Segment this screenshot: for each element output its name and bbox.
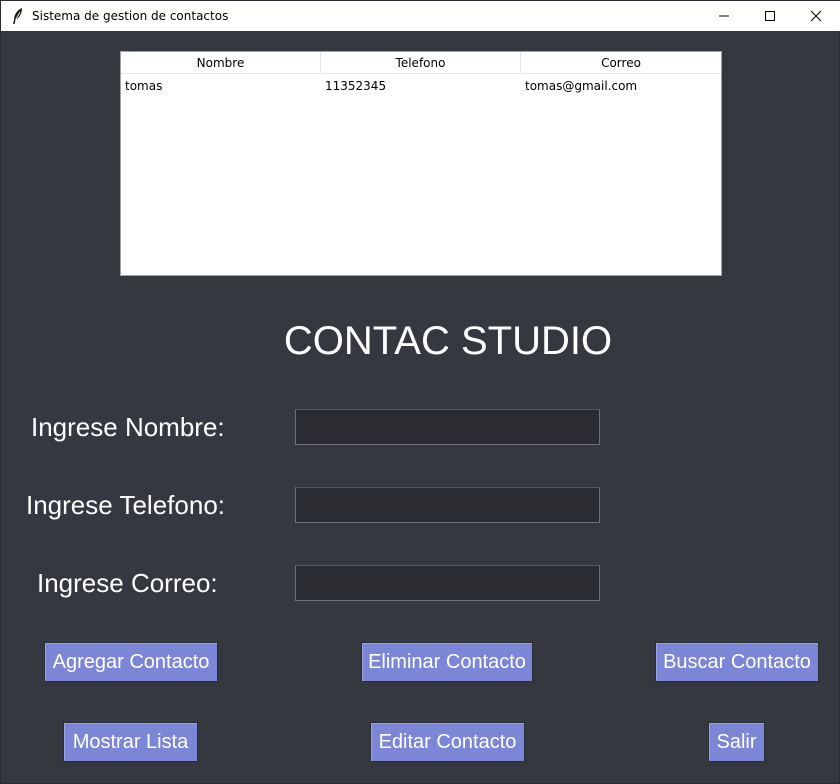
column-header-telefono[interactable]: Telefono xyxy=(321,52,521,74)
correo-input[interactable] xyxy=(295,565,600,601)
table-header: Nombre Telefono Correo xyxy=(121,52,721,74)
maximize-icon xyxy=(764,10,776,22)
telefono-label: Ingrese Telefono: xyxy=(26,490,225,520)
add-contact-button[interactable]: Agregar Contacto xyxy=(44,642,218,682)
nombre-label: Ingrese Nombre: xyxy=(31,412,225,442)
delete-contact-button[interactable]: Eliminar Contacto xyxy=(361,642,533,682)
window-title: Sistema de gestion de contactos xyxy=(32,9,229,23)
column-header-nombre[interactable]: Nombre xyxy=(121,52,321,74)
minimize-icon xyxy=(718,10,730,22)
minimize-button[interactable] xyxy=(701,1,747,31)
telefono-input[interactable] xyxy=(295,487,600,523)
app-heading: CONTAC STUDIO xyxy=(283,319,613,363)
column-header-correo[interactable]: Correo xyxy=(521,52,721,74)
app-window: Sistema de gestion de contactos Nombre T… xyxy=(0,0,840,784)
cell-telefono: 11352345 xyxy=(325,79,387,93)
contacts-table[interactable]: Nombre Telefono Correo tomas 11352345 to… xyxy=(120,51,722,276)
exit-button[interactable]: Salir xyxy=(708,722,765,762)
cell-correo: tomas@gmail.com xyxy=(525,79,638,93)
maximize-button[interactable] xyxy=(747,1,793,31)
table-row[interactable]: tomas 11352345 tomas@gmail.com xyxy=(121,76,721,96)
correo-label: Ingrese Correo: xyxy=(37,568,218,598)
edit-contact-button[interactable]: Editar Contacto xyxy=(370,722,525,762)
close-icon xyxy=(810,10,822,22)
show-list-button[interactable]: Mostrar Lista xyxy=(63,722,198,762)
feather-icon xyxy=(11,7,25,25)
nombre-input[interactable] xyxy=(295,409,600,445)
cell-nombre: tomas xyxy=(125,79,163,93)
close-button[interactable] xyxy=(793,1,839,31)
title-bar[interactable]: Sistema de gestion de contactos xyxy=(1,1,840,31)
search-contact-button[interactable]: Buscar Contacto xyxy=(655,642,819,682)
